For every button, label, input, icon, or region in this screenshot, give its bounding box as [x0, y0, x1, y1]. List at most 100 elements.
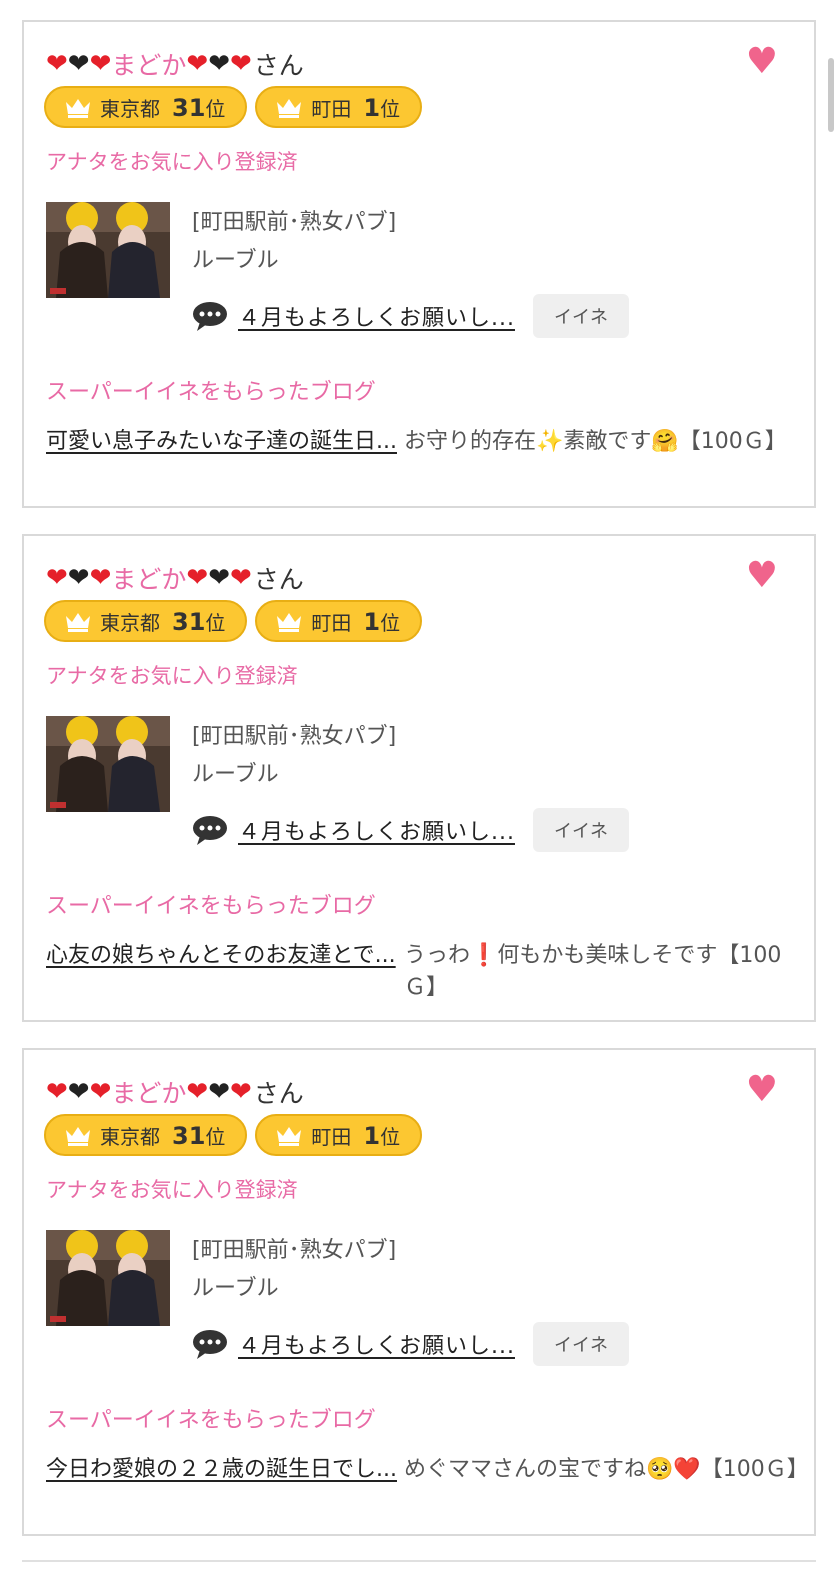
badge-suffix: 位: [205, 96, 226, 121]
shop-name[interactable]: ルーブル: [192, 1270, 279, 1302]
user-name: まどか: [111, 51, 187, 80]
red-heart-icon: ❤: [89, 1077, 112, 1107]
black-heart-icon: ❤: [208, 563, 230, 593]
honorific: さん: [253, 51, 304, 80]
favorite-status: アナタをお気に入り登録済: [46, 664, 298, 688]
badge-suffix: 位: [380, 96, 401, 121]
badge-area: 町田: [311, 1124, 352, 1149]
user-name-row[interactable]: ❤ ❤ ❤ まどか ❤ ❤ ❤ さん: [46, 1072, 304, 1112]
comment-link[interactable]: ４月もよろしくお願いし...: [238, 300, 515, 332]
favorite-status: アナタをお気に入り登録済: [46, 150, 298, 174]
next-card-edge: [22, 1560, 816, 1572]
shop-name[interactable]: ルーブル: [192, 242, 279, 274]
rank-badges: 東京都 31位 町田 1位: [44, 600, 423, 642]
user-name: まどか: [111, 1079, 187, 1108]
badge-area: 東京都: [100, 610, 160, 635]
blog-heading: スーパーイイネをもらったブログ: [46, 894, 376, 919]
red-heart-icon: ❤: [230, 563, 252, 593]
shop-name[interactable]: ルーブル: [192, 756, 279, 788]
crown-icon: [277, 99, 302, 118]
red-heart-icon: ❤: [89, 49, 112, 79]
badge-rank: 1: [363, 93, 381, 122]
crown-icon: [66, 1127, 90, 1146]
blog-heading: スーパーイイネをもらったブログ: [46, 1408, 376, 1433]
badge-suffix: 位: [205, 1124, 226, 1149]
comment-row: ４月もよろしくお願いし... イイネ: [192, 294, 629, 338]
black-heart-icon: ❤: [67, 1077, 90, 1107]
black-heart-icon: ❤: [67, 563, 90, 593]
red-heart-icon: ❤: [186, 49, 209, 79]
iine-button[interactable]: イイネ: [532, 808, 629, 852]
iine-button[interactable]: イイネ: [532, 1322, 629, 1366]
black-heart-icon: ❤: [208, 49, 230, 79]
badge-area: 町田: [311, 96, 352, 121]
blog-comment: お守り的存在✨素敵です🤗【100Ｇ】: [404, 429, 787, 454]
badge-rank: 31: [172, 1121, 206, 1150]
crown-icon: [277, 613, 302, 632]
rank-badges: 東京都 31位 町田 1位: [44, 86, 423, 128]
user-card[interactable]: ❤ ❤ ❤ まどか ❤ ❤ ❤ さん ♥ 東京都 31位 町田 1位 アナタをお…: [22, 534, 816, 1022]
rank-badges: 東京都 31位 町田 1位: [44, 1114, 423, 1156]
shop-category: [町田駅前･熟女パブ]: [192, 210, 397, 235]
red-heart-icon: ❤: [230, 49, 252, 79]
comment-link[interactable]: ４月もよろしくお願いし...: [238, 1328, 515, 1360]
red-heart-icon: ❤: [46, 1077, 68, 1107]
rank-badge[interactable]: 町田 1位: [255, 600, 423, 642]
badge-area: 東京都: [100, 1124, 160, 1149]
user-name-row[interactable]: ❤ ❤ ❤ まどか ❤ ❤ ❤ さん: [46, 558, 304, 598]
red-heart-icon: ❤: [186, 1077, 209, 1107]
black-heart-icon: ❤: [208, 1077, 230, 1107]
red-heart-icon: ❤: [89, 563, 112, 593]
comment-bubble-icon: [193, 1330, 227, 1359]
crown-icon: [66, 99, 90, 118]
comment-link[interactable]: ４月もよろしくお願いし...: [238, 814, 515, 846]
crown-icon: [277, 1127, 302, 1146]
comment-row: ４月もよろしくお願いし... イイネ: [192, 808, 629, 852]
favorite-heart-icon[interactable]: ♥: [746, 558, 778, 594]
badge-rank: 31: [172, 93, 206, 122]
rank-badge[interactable]: 東京都 31位: [44, 600, 248, 642]
badge-area: 東京都: [100, 96, 160, 121]
badge-rank: 31: [172, 607, 206, 636]
comment-row: ４月もよろしくお願いし... イイネ: [192, 1322, 629, 1366]
shop-category: [町田駅前･熟女パブ]: [192, 1238, 397, 1263]
red-heart-icon: ❤: [230, 1077, 252, 1107]
profile-thumbnail[interactable]: [46, 202, 170, 298]
user-name-row[interactable]: ❤ ❤ ❤ まどか ❤ ❤ ❤ さん: [46, 44, 304, 84]
red-heart-icon: ❤: [46, 563, 68, 593]
blog-title-link[interactable]: 今日わ愛娘の２２歳の誕生日でし...: [46, 1454, 406, 1486]
badge-suffix: 位: [380, 1124, 401, 1149]
blog-title-link[interactable]: 心友の娘ちゃんとそのお友達とで...: [46, 940, 406, 972]
user-name: まどか: [111, 565, 187, 594]
user-card[interactable]: ❤ ❤ ❤ まどか ❤ ❤ ❤ さん ♥ 東京都 31位 町田 1位 アナタをお…: [22, 1048, 816, 1536]
iine-button[interactable]: イイネ: [532, 294, 629, 338]
blog-comment: めぐママさんの宝ですね🥺❤️【100Ｇ】: [404, 1457, 809, 1482]
rank-badge[interactable]: 町田 1位: [255, 1114, 423, 1156]
blog-heading: スーパーイイネをもらったブログ: [46, 380, 376, 405]
comment-bubble-icon: [193, 302, 227, 331]
honorific: さん: [253, 565, 304, 594]
badge-area: 町田: [311, 610, 352, 635]
badge-suffix: 位: [205, 610, 226, 635]
rank-badge[interactable]: 東京都 31位: [44, 86, 248, 128]
rank-badge[interactable]: 東京都 31位: [44, 1114, 248, 1156]
favorite-heart-icon[interactable]: ♥: [746, 44, 778, 80]
red-heart-icon: ❤: [186, 563, 209, 593]
shop-category: [町田駅前･熟女パブ]: [192, 724, 397, 749]
black-heart-icon: ❤: [67, 49, 90, 79]
honorific: さん: [253, 1079, 304, 1108]
badge-rank: 1: [363, 607, 381, 636]
badge-suffix: 位: [380, 610, 401, 635]
profile-thumbnail[interactable]: [46, 1230, 170, 1326]
red-heart-icon: ❤: [46, 49, 68, 79]
comment-bubble-icon: [193, 816, 227, 845]
scrollbar[interactable]: [828, 58, 834, 132]
blog-title-link[interactable]: 可愛い息子みたいな子達の誕生日...: [46, 426, 406, 458]
crown-icon: [66, 613, 90, 632]
favorite-heart-icon[interactable]: ♥: [746, 1072, 778, 1108]
badge-rank: 1: [363, 1121, 381, 1150]
rank-badge[interactable]: 町田 1位: [255, 86, 423, 128]
favorite-status: アナタをお気に入り登録済: [46, 1178, 298, 1202]
profile-thumbnail[interactable]: [46, 716, 170, 812]
user-card[interactable]: ❤ ❤ ❤ まどか ❤ ❤ ❤ さん ♥ 東京都 31位 町田 1位 アナタをお…: [22, 20, 816, 508]
